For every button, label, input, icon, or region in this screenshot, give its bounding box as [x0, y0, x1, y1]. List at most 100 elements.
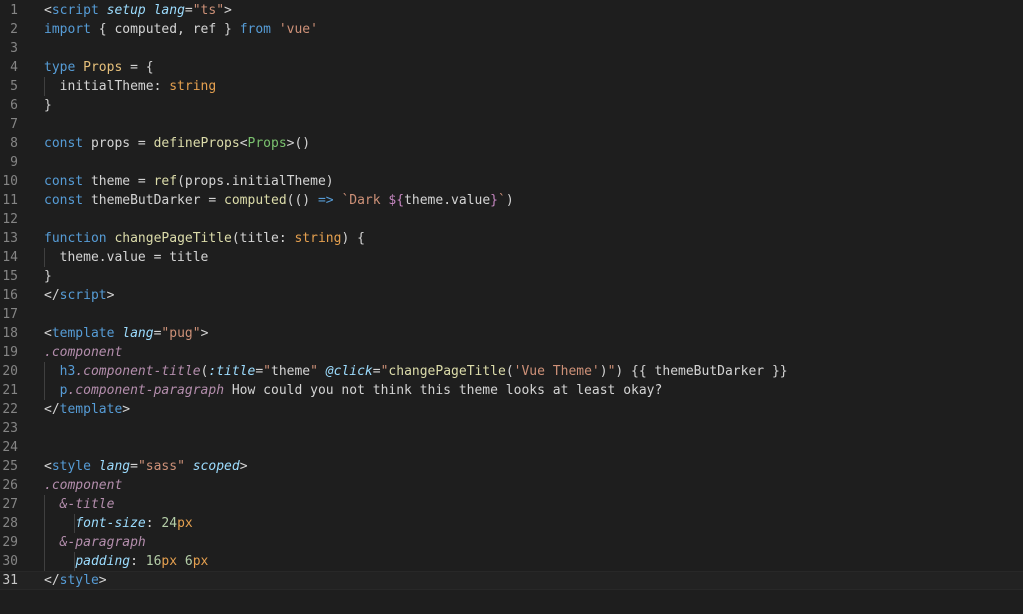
code-text[interactable]: <template lang="pug">: [44, 324, 208, 343]
code-line[interactable]: 2 import { computed, ref } from 'vue': [0, 20, 1023, 39]
code-line[interactable]: 26 .component: [0, 476, 1023, 495]
code-line[interactable]: 6}: [0, 96, 1023, 115]
code-token: &-paragraph: [59, 535, 146, 550]
code-text[interactable]: .component: [44, 476, 122, 495]
code-token: .component-title: [75, 364, 201, 379]
code-token: &-title: [59, 497, 115, 512]
code-text[interactable]: const theme = ref(props.initialTheme): [44, 172, 334, 191]
code-line[interactable]: 13 function changePageTitle(title: string…: [0, 229, 1023, 248]
line-number: 22: [2, 402, 18, 417]
code-line[interactable]: 11 const themeButDarker = computed(() => …: [0, 191, 1023, 210]
code-line[interactable]: 4 type Props = {: [0, 58, 1023, 77]
code-text[interactable]: font-size: 24px: [44, 514, 192, 533]
code-line[interactable]: 20 h3.component-title(:title="theme" @cl…: [0, 362, 1023, 381]
code-text[interactable]: type Props = {: [44, 58, 154, 77]
line-number: 25: [2, 459, 18, 474]
code-text[interactable]: p.component-paragraph How could you not …: [44, 381, 663, 400]
code-text[interactable]: function changePageTitle(title: string) …: [44, 229, 365, 248]
line-number: 9: [10, 155, 18, 170]
code-token: defineProps: [153, 136, 240, 151]
code-token: theme: [271, 364, 311, 379]
code-line[interactable]: 24: [0, 438, 1023, 457]
code-line[interactable]: 5 initialTheme: string: [0, 77, 1023, 96]
code-token: ) {{ themeButDarker }}: [615, 364, 788, 379]
code-editor[interactable]: 1 <script setup lang="ts"> 2 import { compu…: [0, 0, 1023, 614]
code-line[interactable]: 12: [0, 210, 1023, 229]
code-token: .component: [44, 478, 123, 493]
code-text[interactable]: padding: 16px 6px: [44, 552, 208, 571]
code-line[interactable]: 30 padding: 16px 6px: [0, 552, 1023, 571]
code-line[interactable]: 14 theme.value = title: [0, 248, 1023, 267]
code-line[interactable]: 22 </template>: [0, 400, 1023, 419]
code-token: :title: [208, 364, 256, 379]
code-token: >(): [286, 136, 311, 151]
code-text[interactable]: <style lang="sass" scoped>: [44, 457, 248, 476]
code-text[interactable]: const props = defineProps<Props>(): [44, 134, 310, 153]
code-line[interactable]: 25 <style lang="sass" scoped>: [0, 457, 1023, 476]
code-token: (: [505, 364, 514, 379]
code-text[interactable]: </script>: [44, 286, 114, 305]
code-token: </: [44, 573, 60, 588]
code-line[interactable]: 19 .component: [0, 343, 1023, 362]
code-line[interactable]: 15}: [0, 267, 1023, 286]
code-text[interactable]: import { computed, ref } from 'vue': [44, 20, 318, 39]
code-token: 'Vue Theme': [513, 364, 600, 379]
code-text[interactable]: theme.value = title: [44, 248, 209, 267]
code-token: 24: [161, 516, 178, 531]
line-number: 26: [2, 478, 18, 493]
code-token: ": [310, 364, 318, 379]
code-token: "pug": [161, 326, 201, 341]
code-token: .component: [44, 345, 123, 360]
code-line[interactable]: 9: [0, 153, 1023, 172]
code-token: themeButDarker =: [83, 193, 225, 208]
code-token: theme.value: [404, 193, 491, 208]
code-token: `: [498, 193, 506, 208]
code-line[interactable]: 31 </style>: [0, 571, 1023, 590]
code-line[interactable]: 27 &-title: [0, 495, 1023, 514]
code-text[interactable]: &-title: [44, 495, 115, 514]
code-line[interactable]: 28 font-size: 24px: [0, 514, 1023, 533]
code-token: script: [51, 3, 99, 18]
code-text[interactable]: <script setup lang="ts">: [44, 1, 232, 20]
code-token: const: [44, 174, 84, 189]
code-text[interactable]: &-paragraph: [44, 533, 146, 552]
code-token: >: [98, 573, 107, 588]
code-token: const: [44, 193, 84, 208]
code-token: type: [44, 60, 76, 75]
line-number: 29: [2, 535, 18, 550]
code-text[interactable]: </template>: [44, 400, 130, 419]
code-line[interactable]: 3: [0, 39, 1023, 58]
code-line[interactable]: 8 const props = defineProps<Props>(): [0, 134, 1023, 153]
code-line[interactable]: 23: [0, 419, 1023, 438]
code-token: <: [44, 459, 52, 474]
code-token: template: [59, 402, 123, 417]
code-line[interactable]: 17: [0, 305, 1023, 324]
code-line[interactable]: 7: [0, 115, 1023, 134]
code-token: import: [44, 22, 91, 37]
code-token: (props.initialTheme): [177, 174, 334, 189]
code-line[interactable]: 10 const theme = ref(props.initialTheme): [0, 172, 1023, 191]
code-line[interactable]: 16 </script>: [0, 286, 1023, 305]
code-token: Props: [247, 136, 287, 151]
code-token: >: [224, 3, 232, 18]
code-text[interactable]: const themeButDarker = computed(() => `D…: [44, 191, 514, 210]
code-line[interactable]: 21 p.component-paragraph How could you n…: [0, 381, 1023, 400]
code-lines[interactable]: 1 <script setup lang="ts"> 2 import { compu…: [0, 1, 1023, 590]
code-text[interactable]: h3.component-title(:title="theme" @click…: [44, 362, 788, 381]
code-text[interactable]: }: [44, 267, 52, 286]
code-line[interactable]: 29 &-paragraph: [0, 533, 1023, 552]
code-text[interactable]: .component: [44, 343, 122, 362]
line-number: 16: [2, 288, 18, 303]
code-text[interactable]: initialTheme: string: [44, 77, 217, 96]
code-token: string: [169, 79, 217, 94]
code-text[interactable]: </style>: [44, 571, 107, 590]
code-text[interactable]: }: [44, 96, 52, 115]
code-line[interactable]: 1 <script setup lang="ts">: [0, 1, 1023, 20]
code-line[interactable]: 18 <template lang="pug">: [0, 324, 1023, 343]
line-number: 1: [10, 3, 18, 18]
